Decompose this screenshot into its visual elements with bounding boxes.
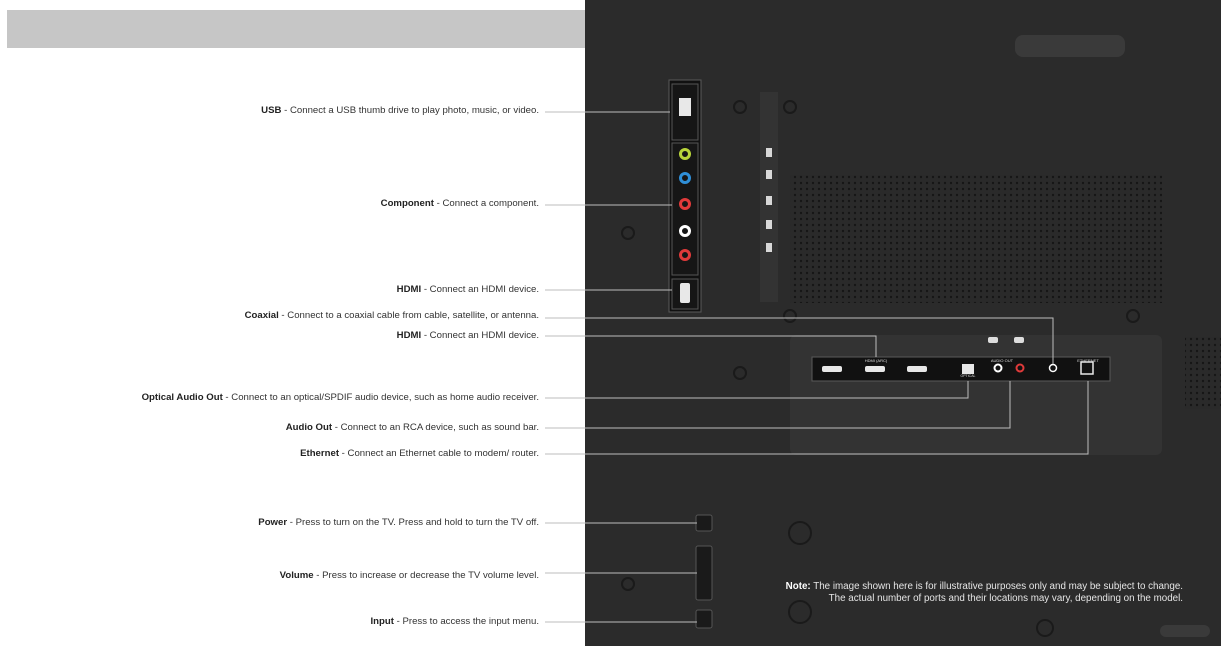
volume-label: Volume - Press to increase or decrease t… [279,570,539,581]
tv-connection-diagram: HDMI (ARC) AUDIO OUT OPTICAL ETHERNET US… [0,0,1221,646]
hdmi-label-2: HDMI - Connect an HDMI device. [396,330,539,341]
bay-clip-2 [1014,337,1024,343]
hdmi-side-port [680,283,690,303]
bay-clip-1 [988,337,998,343]
audio-out-label-text: Audio Out - Connect to an RCA device, su… [285,422,539,433]
coaxial-label: Coaxial - Connect to a coaxial cable fro… [244,310,539,321]
optical-audio-out-label: Optical Audio Out - Connect to an optica… [141,392,539,403]
usb-port [679,98,691,116]
bottom-hdmi-ports [822,366,927,372]
optical-label: OPTICAL [961,374,976,378]
input-button [695,609,713,629]
hdmi-arc-label: HDMI (ARC) [865,358,888,363]
hdmi-label-1: HDMI - Connect an HDMI device. [396,284,539,295]
ethernet-label-text: Ethernet - Connect an Ethernet cable to … [300,448,539,459]
tv-back-illustration: HDMI (ARC) AUDIO OUT OPTICAL ETHERNET [545,35,1221,637]
speaker-grille [790,175,1162,303]
usb-label: USB - Connect a USB thumb drive to play … [261,105,539,116]
corner-blur [1160,625,1210,637]
input-label: Input - Press to access the input menu. [370,616,540,627]
power-button [695,514,713,532]
logo-blur [1015,35,1125,57]
speaker-grille-right [1185,337,1221,409]
optical-port [962,364,974,374]
component-label: Component - Connect a component. [380,198,539,209]
audio-out-label: AUDIO OUT [991,358,1014,363]
power-label: Power - Press to turn on the TV. Press a… [258,517,539,528]
bottom-bay [790,335,1162,455]
note-text: Note: The image shown here is for illust… [785,581,1183,604]
